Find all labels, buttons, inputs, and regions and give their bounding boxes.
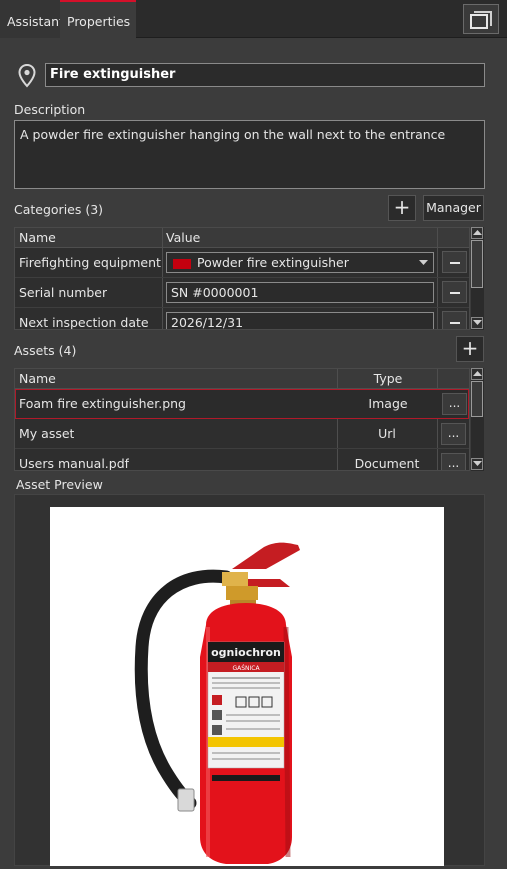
scroll-thumb[interactable] bbox=[471, 381, 483, 417]
asset-row[interactable]: My asset Url ... bbox=[15, 419, 469, 449]
scroll-thumb[interactable] bbox=[471, 240, 483, 288]
manager-button[interactable]: Manager bbox=[423, 195, 484, 221]
tab-assistant[interactable]: Assistant bbox=[0, 0, 64, 38]
category-value-dropdown[interactable]: Powder fire extinguisher bbox=[166, 252, 434, 273]
asset-name: Foam fire extinguisher.png bbox=[19, 396, 186, 411]
serial-number-field[interactable]: SN #0000001 bbox=[166, 282, 434, 303]
color-swatch bbox=[173, 258, 191, 269]
undock-button[interactable] bbox=[463, 4, 499, 34]
scroll-up-icon[interactable] bbox=[471, 368, 483, 380]
asset-type: Image bbox=[368, 396, 408, 411]
chevron-down-icon bbox=[419, 260, 428, 265]
add-asset-button[interactable]: + bbox=[456, 336, 484, 362]
categories-label: Categories (3) bbox=[14, 202, 104, 217]
add-category-button[interactable]: + bbox=[388, 195, 416, 221]
column-header-value: Value bbox=[166, 230, 201, 245]
categories-scrollbar[interactable] bbox=[471, 227, 484, 330]
asset-preview-label: Asset Preview bbox=[16, 477, 103, 492]
category-row[interactable]: Next inspection date 2026/12/31 bbox=[15, 308, 469, 330]
category-name: Next inspection date bbox=[19, 315, 149, 330]
category-row[interactable]: Firefighting equipment Powder fire extin… bbox=[15, 248, 469, 278]
asset-type: Url bbox=[378, 426, 396, 441]
tab-properties[interactable]: Properties bbox=[60, 0, 136, 38]
inspection-date-field[interactable]: 2026/12/31 bbox=[166, 312, 434, 329]
category-name: Serial number bbox=[19, 285, 108, 300]
asset-options-button[interactable]: ... bbox=[441, 453, 466, 470]
category-name: Firefighting equipment bbox=[19, 255, 161, 270]
assets-grid: Name Type Foam fire extinguisher.png Ima… bbox=[14, 368, 470, 471]
asset-name: Users manual.pdf bbox=[19, 456, 130, 471]
scroll-up-icon[interactable] bbox=[471, 227, 483, 239]
asset-preview-image: ogniochron GAŚNICA bbox=[50, 507, 444, 866]
asset-row-selected[interactable]: Foam fire extinguisher.png Image ... bbox=[15, 389, 469, 419]
asset-name: My asset bbox=[19, 426, 75, 441]
assets-grid-header: Name Type bbox=[15, 369, 469, 389]
asset-options-button[interactable]: ... bbox=[441, 423, 466, 445]
object-name-input[interactable]: Fire extinguisher bbox=[45, 63, 485, 87]
assets-scrollbar[interactable] bbox=[471, 368, 484, 471]
column-header-name: Name bbox=[19, 371, 56, 386]
scroll-down-icon[interactable] bbox=[471, 317, 483, 329]
column-header-type: Type bbox=[373, 371, 403, 386]
asset-type: Document bbox=[354, 456, 420, 471]
scroll-down-icon[interactable] bbox=[471, 458, 483, 470]
categories-grid-header: Name Value bbox=[15, 228, 469, 248]
description-field[interactable]: A powder fire extinguisher hanging on th… bbox=[14, 120, 485, 189]
column-header-name: Name bbox=[19, 230, 56, 245]
categories-grid: Name Value Firefighting equipment Powder… bbox=[14, 227, 470, 330]
location-pin-icon bbox=[18, 64, 36, 88]
brand-text: ogniochron bbox=[211, 646, 281, 659]
asset-options-button[interactable]: ... bbox=[442, 393, 467, 415]
remove-category-button[interactable] bbox=[442, 281, 467, 303]
remove-category-button[interactable] bbox=[442, 251, 467, 273]
tab-bar: Assistant Properties bbox=[0, 0, 507, 38]
category-value: Powder fire extinguisher bbox=[197, 255, 349, 270]
asset-row[interactable]: Users manual.pdf Document ... bbox=[15, 449, 469, 471]
label-subtext: GAŚNICA bbox=[232, 665, 260, 672]
fire-extinguisher-image: ogniochron GAŚNICA bbox=[134, 542, 300, 864]
description-label: Description bbox=[14, 102, 86, 117]
window-front-icon bbox=[470, 14, 488, 29]
assets-label: Assets (4) bbox=[14, 343, 77, 358]
remove-category-button[interactable] bbox=[442, 311, 467, 329]
category-row[interactable]: Serial number SN #0000001 bbox=[15, 278, 469, 308]
